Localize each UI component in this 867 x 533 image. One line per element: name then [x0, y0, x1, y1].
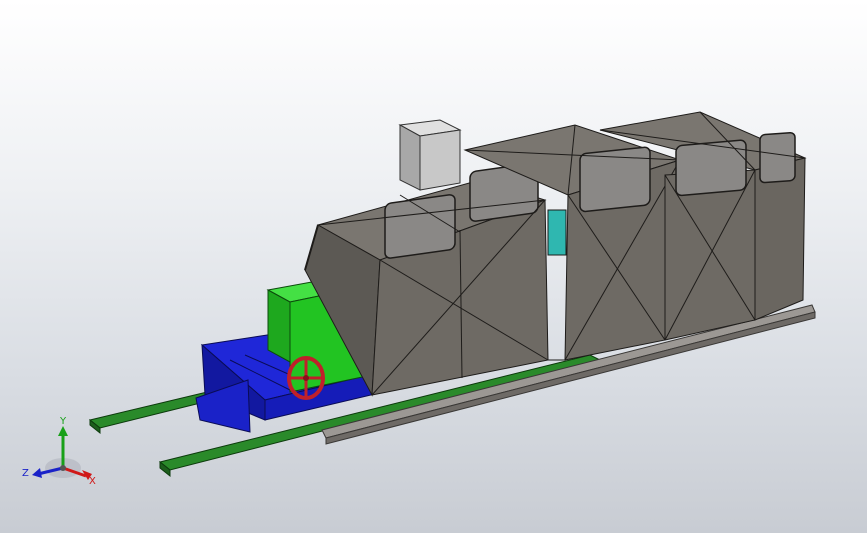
graphics-viewport[interactable]: Y X Z [0, 0, 867, 533]
teal-panel [547, 209, 567, 256]
y-axis-arrow [58, 426, 68, 436]
y-axis-label: Y [59, 416, 67, 427]
z-axis-arrow [32, 468, 42, 478]
z-axis-label: Z [22, 468, 29, 479]
triad-origin [60, 465, 66, 471]
control-box[interactable] [398, 119, 462, 191]
coordinate-triad: Y X Z [22, 416, 96, 487]
x-axis-label: X [89, 476, 96, 487]
handwheel[interactable] [287, 356, 325, 400]
cad-model[interactable] [0, 0, 867, 533]
